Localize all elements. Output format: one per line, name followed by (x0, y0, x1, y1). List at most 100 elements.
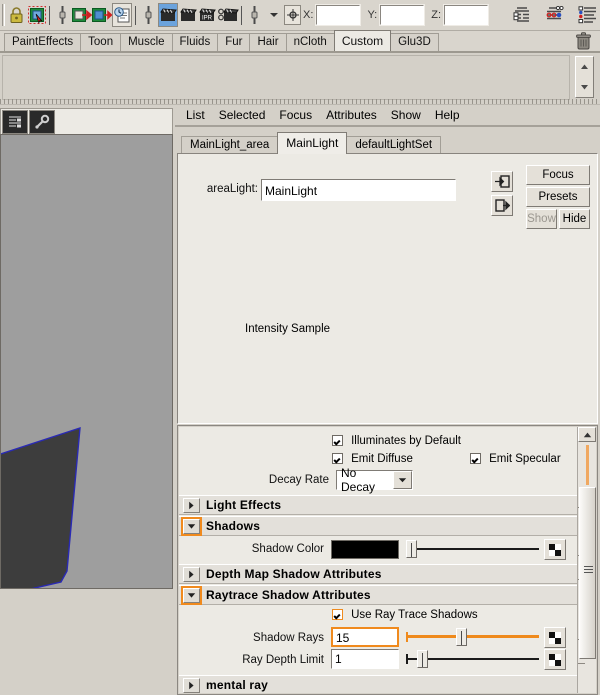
node-tab-defaultlightset[interactable]: defaultLightSet (346, 136, 442, 154)
shelf-icon-strip[interactable] (2, 55, 570, 100)
shelf-tab-muscle[interactable]: Muscle (120, 33, 173, 51)
node-tab-mainlight-area[interactable]: MainLight_area (181, 136, 279, 154)
ipr-render-icon[interactable]: IPR (198, 3, 218, 27)
menu-list[interactable]: List (179, 107, 212, 123)
coordinate-fields: X: Y: Z: (303, 4, 490, 26)
emit-diffuse-checkbox[interactable] (332, 453, 343, 464)
show-history-icon[interactable] (112, 3, 133, 27)
illuminates-by-default-row[interactable]: Illuminates by Default (332, 435, 461, 447)
section-mental-ray[interactable]: mental ray (179, 675, 577, 693)
hide-button[interactable]: Hide (559, 209, 590, 229)
shelf-tab-toon[interactable]: Toon (80, 33, 122, 51)
illuminates-by-default-checkbox[interactable] (332, 435, 343, 446)
panel-resize-handle[interactable] (0, 99, 600, 104)
chevron-down-icon[interactable] (393, 471, 412, 489)
emit-diffuse-row[interactable]: Emit Diffuse (332, 453, 413, 465)
decay-rate-dropdown[interactable]: No Decay (336, 466, 413, 494)
copy-tab-icon[interactable] (92, 3, 113, 27)
load-attributes-button[interactable] (491, 171, 513, 192)
shelf-tab-custom[interactable]: Custom (333, 30, 392, 51)
render-current-frame-icon[interactable] (157, 3, 179, 27)
shelf-tab-fur[interactable]: Fur (217, 33, 251, 51)
ray-depth-limit-map-button[interactable] (544, 649, 566, 670)
expand-arrow-icon[interactable] (183, 566, 200, 582)
menu-focus[interactable]: Focus (272, 107, 319, 123)
shelf-scroll-spinner[interactable] (575, 56, 594, 98)
use-ray-trace-shadows-checkbox[interactable] (332, 609, 343, 620)
expand-arrow-icon[interactable] (183, 677, 200, 693)
slider-handle[interactable] (456, 628, 467, 646)
slider-handle[interactable] (417, 650, 428, 668)
viewport-canvas[interactable] (0, 134, 173, 589)
z-coordinate-label: Z: (431, 9, 442, 21)
expand-arrow-icon[interactable] (183, 497, 200, 513)
presets-button[interactable]: Presets (526, 187, 590, 207)
menu-selected[interactable]: Selected (212, 107, 273, 123)
viewport-panel (0, 108, 175, 596)
render-sequence-icon[interactable] (178, 3, 198, 27)
copy-tab-button[interactable] (491, 195, 513, 216)
render-settings-icon[interactable] (217, 3, 239, 27)
menu-help[interactable]: Help (428, 107, 467, 123)
shadow-color-swatch[interactable] (331, 540, 399, 559)
shadow-rays-field[interactable]: 15 (331, 627, 399, 647)
shelf-tab-glu3d[interactable]: Glu3D (390, 33, 439, 51)
shelf-tab-bar: PaintEffects Toon Muscle Fluids Fur Hair… (0, 30, 600, 53)
outliner-icon[interactable] (510, 3, 534, 27)
slider-track (406, 548, 539, 550)
section-shadows[interactable]: Shadows (179, 516, 577, 536)
attribute-editor-panel-icon[interactable] (2, 109, 28, 134)
collapse-arrow-icon[interactable] (181, 585, 202, 605)
use-ray-trace-shadows-label: Use Ray Trace Shadows (351, 609, 478, 621)
shadow-color-map-button[interactable] (544, 539, 566, 560)
lock-icon[interactable] (7, 3, 27, 27)
section-title: Raytrace Shadow Attributes (206, 588, 371, 602)
shadow-color-slider[interactable] (406, 539, 539, 559)
node-tab-mainlight[interactable]: MainLight (277, 132, 348, 154)
use-ray-trace-shadows-row[interactable]: Use Ray Trace Shadows (332, 609, 478, 621)
slider-handle[interactable] (406, 540, 417, 558)
pipe-handle-icon-3 (245, 3, 265, 27)
scroll-up-arrow-icon[interactable] (576, 57, 593, 77)
emit-diffuse-label: Emit Diffuse (351, 453, 413, 465)
scrollbar-grip (584, 566, 593, 573)
shadow-color-row: Shadow Color (179, 537, 577, 564)
section-depth-map-shadow-attributes[interactable]: Depth Map Shadow Attributes (179, 564, 577, 584)
x-coordinate-field[interactable] (315, 4, 362, 26)
scroll-up-arrow-icon[interactable] (578, 427, 596, 442)
chevron-down-icon[interactable] (264, 3, 284, 27)
select-object-icon[interactable] (27, 3, 47, 27)
shelf-tab-ncloth[interactable]: nCloth (285, 33, 335, 51)
attribute-editor: List Selected Focus Attributes Show Help… (175, 105, 600, 695)
node-name-field[interactable]: MainLight (261, 179, 456, 201)
ray-depth-limit-slider[interactable] (406, 649, 539, 669)
scroll-down-arrow-icon[interactable] (576, 77, 593, 97)
shelf-tab-fluids[interactable]: Fluids (171, 33, 219, 51)
channel-box-icon[interactable] (576, 3, 600, 27)
shelf-tab-painteffects[interactable]: PaintEffects (4, 33, 82, 51)
section-raytrace-shadow-attributes[interactable]: Raytrace Shadow Attributes (179, 585, 577, 605)
menu-attributes[interactable]: Attributes (319, 107, 384, 123)
focus-button[interactable]: Focus (526, 165, 590, 185)
scrollbar-thumb[interactable] (579, 487, 596, 659)
attribute-editor-icon[interactable] (543, 3, 567, 27)
shelf-tab-hair[interactable]: Hair (249, 33, 287, 51)
tool-settings-icon[interactable] (29, 109, 55, 134)
section-title: Shadows (206, 519, 261, 533)
menu-show[interactable]: Show (384, 107, 428, 123)
trash-icon[interactable] (575, 32, 592, 54)
y-coordinate-field[interactable] (379, 4, 426, 26)
load-attributes-icon[interactable] (72, 3, 93, 27)
attribute-list-scrollbar[interactable] (577, 427, 596, 693)
z-coordinate-field[interactable] (443, 4, 490, 26)
ray-depth-limit-field[interactable]: 1 (331, 649, 399, 669)
show-button[interactable]: Show (526, 209, 557, 229)
shadow-rays-map-button[interactable] (544, 627, 566, 648)
emit-specular-checkbox[interactable] (470, 453, 481, 464)
section-light-effects[interactable]: Light Effects (179, 495, 577, 515)
emit-specular-row[interactable]: Emit Specular (470, 453, 561, 465)
shadow-rays-slider[interactable] (406, 627, 539, 647)
pivot-snap-icon[interactable] (284, 5, 302, 25)
slider-tick (406, 632, 408, 642)
collapse-arrow-icon[interactable] (181, 516, 202, 536)
